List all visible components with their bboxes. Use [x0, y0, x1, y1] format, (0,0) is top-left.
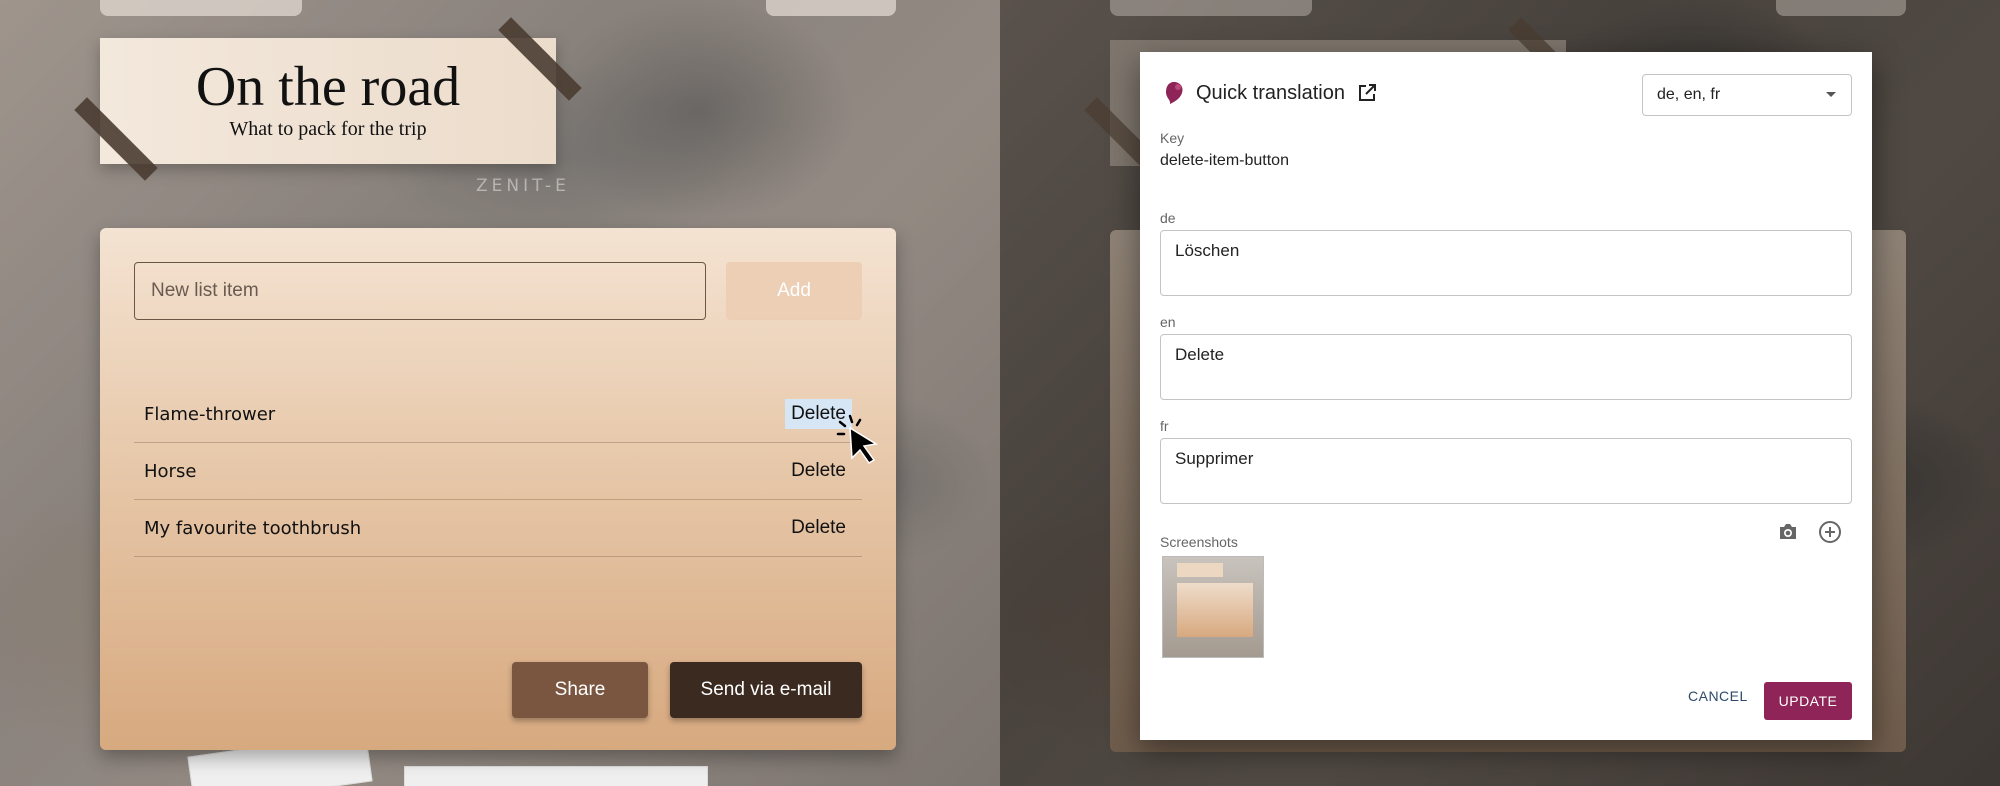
camera-icon[interactable] — [1776, 520, 1800, 544]
page-subtitle: What to pack for the trip — [229, 118, 427, 140]
item-name: Flame-thrower — [144, 403, 276, 425]
lang-label-en: en — [1160, 314, 1176, 330]
send-email-button[interactable]: Send via e-mail — [670, 662, 862, 718]
page-title: On the road — [195, 56, 461, 118]
lang-label-fr: fr — [1160, 418, 1169, 434]
add-circle-icon[interactable] — [1818, 520, 1842, 544]
delete-button[interactable]: Delete — [785, 513, 852, 543]
screenshots-label: Screenshots — [1160, 534, 1238, 550]
pointer-cursor-icon — [836, 414, 879, 465]
packing-list-card: Add Flame-thrower Delete Horse Delete My… — [100, 228, 896, 750]
item-name: Horse — [144, 460, 197, 482]
top-stub-card — [1776, 0, 1906, 16]
polaroid-photo — [404, 766, 708, 786]
cancel-button[interactable]: CANCEL — [1680, 680, 1756, 712]
share-button[interactable]: Share — [512, 662, 648, 718]
top-stub-card — [100, 0, 302, 16]
translation-field-en[interactable]: Delete — [1160, 334, 1852, 400]
dropdown-arrow-icon — [1826, 92, 1836, 97]
camera-brand-text: ZENIT-E — [476, 176, 570, 196]
thumbnail-list — [1177, 583, 1253, 637]
add-button[interactable]: Add — [726, 262, 862, 320]
list-item: Horse Delete — [134, 443, 862, 500]
header-card: On the road What to pack for the trip — [100, 38, 556, 164]
new-item-input[interactable] — [134, 262, 706, 320]
top-stub-card — [766, 0, 896, 16]
dialog-header: Quick translation — [1162, 80, 1377, 106]
key-value: delete-item-button — [1160, 152, 1289, 169]
key-label: Key — [1160, 130, 1185, 146]
item-name: My favourite toothbrush — [144, 517, 362, 539]
lang-label-de: de — [1160, 210, 1176, 226]
dialog-title: Quick translation — [1196, 81, 1345, 104]
list-item: Flame-thrower Delete — [134, 386, 862, 443]
thumbnail-header — [1177, 563, 1223, 577]
top-stub-card — [1110, 0, 1312, 16]
translation-field-fr[interactable]: Supprimer — [1160, 438, 1852, 504]
translation-overlay-panel: Quick translation de, en, fr Key delete-… — [1000, 0, 2000, 786]
list-item: My favourite toothbrush Delete — [134, 500, 862, 557]
tolgee-logo-icon — [1166, 82, 1183, 104]
language-select-value: de, en, fr — [1657, 86, 1721, 103]
update-button[interactable]: UPDATE — [1764, 682, 1852, 720]
packing-list: Flame-thrower Delete Horse Delete My fav… — [134, 386, 862, 557]
open-external-icon[interactable] — [1357, 83, 1377, 103]
language-select[interactable]: de, en, fr — [1642, 74, 1852, 116]
left-app-panel: ZENIT-E On the road What to pack for the… — [0, 0, 1000, 786]
quick-translation-dialog: Quick translation de, en, fr Key delete-… — [1140, 52, 1872, 740]
translation-field-de[interactable]: Löschen — [1160, 230, 1852, 296]
screenshot-thumbnail[interactable] — [1162, 556, 1264, 658]
